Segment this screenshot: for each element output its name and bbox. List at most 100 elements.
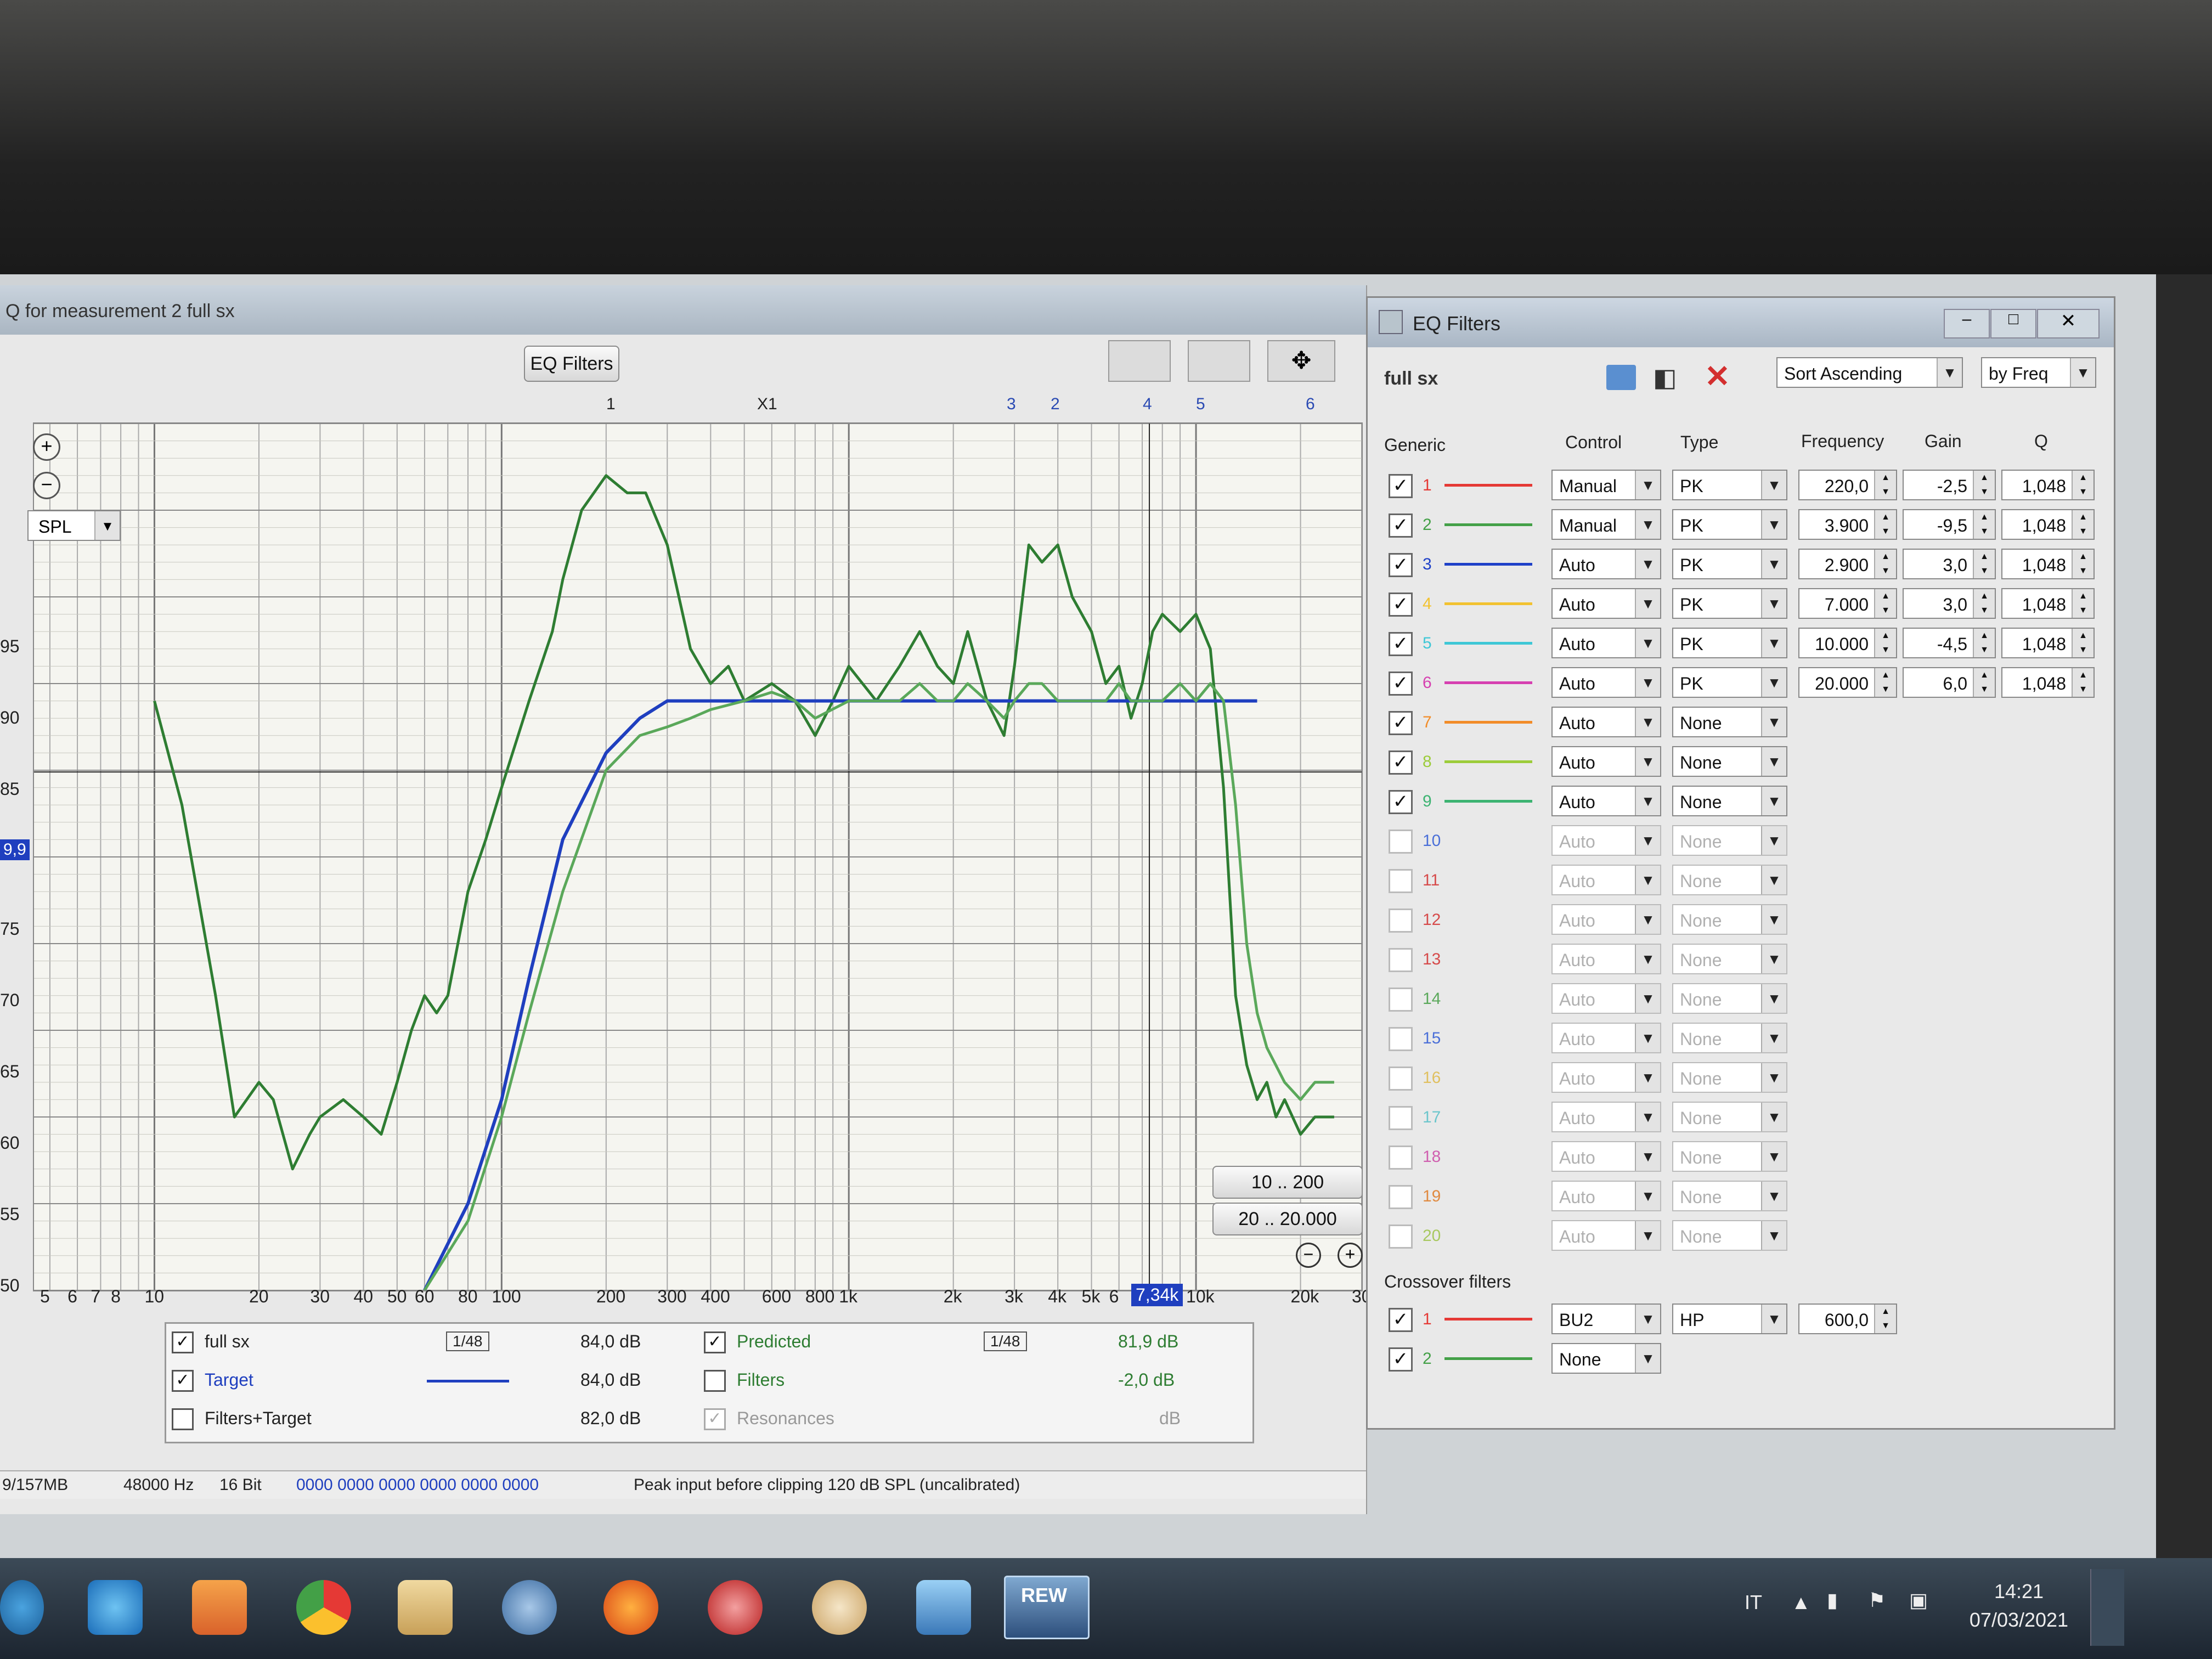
filter-enable-checkbox[interactable] [1389, 909, 1413, 933]
filter-gain-field[interactable]: 3,0 ▲ ▼ [1903, 588, 1996, 619]
filter-enable-checkbox[interactable] [1389, 1146, 1413, 1170]
spinner-icon[interactable]: ▲ ▼ [2072, 589, 2094, 618]
filter-control-select[interactable]: Auto ▼ [1551, 1181, 1661, 1211]
filter-control-select[interactable]: Manual ▼ [1551, 509, 1661, 540]
filter-type-select[interactable]: None ▼ [1672, 944, 1787, 974]
spinner-icon[interactable]: ▲ ▼ [1874, 550, 1896, 578]
filter-type-select[interactable]: None ▼ [1672, 1220, 1787, 1251]
filter-enable-checkbox[interactable] [1389, 1027, 1413, 1051]
filter-type-select[interactable]: None ▼ [1672, 825, 1787, 856]
spinner-icon[interactable]: ▲ ▼ [1874, 510, 1896, 539]
close-icon[interactable]: ✕ [2037, 309, 2100, 338]
maximize-icon[interactable]: □ [1990, 309, 2036, 338]
legend-checkbox-filters[interactable] [704, 1370, 726, 1392]
spinner-icon[interactable]: ▲ ▼ [1973, 471, 1995, 499]
language-indicator[interactable]: IT [1745, 1591, 1762, 1614]
filter-q-field[interactable]: 1,048 ▲ ▼ [2001, 470, 2095, 500]
filter-enable-checkbox[interactable] [1389, 830, 1413, 854]
spinner-icon[interactable]: ▲ ▼ [2072, 471, 2094, 499]
filter-frequency-field[interactable]: 2.900 ▲ ▼ [1798, 549, 1897, 579]
filter-enable-checkbox[interactable] [1389, 1066, 1413, 1091]
remote-desktop-icon[interactable] [916, 1580, 971, 1635]
rew-taskbar-button[interactable]: REW [1004, 1576, 1090, 1639]
filter-control-select[interactable]: Auto ▼ [1551, 825, 1661, 856]
crossover-mode-select[interactable]: HP ▼ [1672, 1304, 1787, 1334]
filter-q-field[interactable]: 1,048 ▲ ▼ [2001, 588, 2095, 619]
range-10-200-button[interactable]: 10 .. 200 [1212, 1166, 1363, 1199]
filter-enable-checkbox[interactable]: ✓ [1389, 790, 1413, 814]
zoom-out-icon[interactable]: − [33, 472, 60, 499]
filter-enable-checkbox[interactable]: ✓ [1389, 632, 1413, 656]
filter-gain-field[interactable]: 3,0 ▲ ▼ [1903, 549, 1996, 579]
filter-frequency-field[interactable]: 220,0 ▲ ▼ [1798, 470, 1897, 500]
crossover-type-select[interactable]: BU2 ▼ [1551, 1304, 1661, 1334]
spinner-icon[interactable]: ▲ ▼ [1874, 668, 1896, 697]
filter-type-select[interactable]: PK ▼ [1672, 509, 1787, 540]
spinner-icon[interactable]: ▲ ▼ [1973, 589, 1995, 618]
internet-explorer-icon[interactable] [88, 1580, 143, 1635]
filter-enable-checkbox[interactable] [1389, 1224, 1413, 1249]
filter-type-select[interactable]: PK ▼ [1672, 588, 1787, 619]
legend-checkbox-full-sx[interactable]: ✓ [172, 1331, 194, 1353]
paint-icon[interactable] [812, 1580, 867, 1635]
crossover-type-select[interactable]: None ▼ [1551, 1343, 1661, 1374]
power-icon[interactable]: ▣ [1909, 1589, 1928, 1612]
filter-gain-field[interactable]: -9,5 ▲ ▼ [1903, 509, 1996, 540]
filter-q-field[interactable]: 1,048 ▲ ▼ [2001, 549, 2095, 579]
spinner-icon[interactable]: ▲ ▼ [1874, 1305, 1896, 1333]
filter-enable-checkbox[interactable]: ✓ [1389, 514, 1413, 538]
filter-type-select[interactable]: PK ▼ [1672, 470, 1787, 500]
filter-control-select[interactable]: Auto ▼ [1551, 944, 1661, 974]
spinner-icon[interactable]: ▲ ▼ [2072, 629, 2094, 657]
filter-enable-checkbox[interactable] [1389, 948, 1413, 972]
fit-view-icon[interactable] [1108, 340, 1171, 382]
filter-enable-checkbox[interactable]: ✓ [1389, 553, 1413, 577]
filter-q-field[interactable]: 1,048 ▲ ▼ [2001, 509, 2095, 540]
legend-checkbox-resonances[interactable]: ✓ [704, 1408, 726, 1430]
eq-filters-button[interactable]: EQ Filters [524, 346, 619, 382]
filter-control-select[interactable]: Auto ▼ [1551, 904, 1661, 935]
action-center-flag-icon[interactable]: ⚑ [1868, 1589, 1886, 1612]
spinner-icon[interactable]: ▲ ▼ [2072, 510, 2094, 539]
filter-type-select[interactable]: None ▼ [1672, 786, 1787, 816]
filter-enable-checkbox[interactable]: ✓ [1389, 711, 1413, 735]
crossover-enable-checkbox[interactable]: ✓ [1389, 1347, 1413, 1372]
crossover-enable-checkbox[interactable]: ✓ [1389, 1308, 1413, 1332]
legend-checkbox-predicted[interactable]: ✓ [704, 1331, 726, 1353]
spinner-icon[interactable]: ▲ ▼ [1874, 629, 1896, 657]
chrome-icon[interactable] [296, 1580, 351, 1635]
media-player-icon[interactable] [192, 1580, 247, 1635]
filter-enable-checkbox[interactable] [1389, 1106, 1413, 1130]
filter-type-select[interactable]: None ▼ [1672, 1062, 1787, 1093]
spinner-icon[interactable]: ▲ ▼ [2072, 668, 2094, 697]
spinner-icon[interactable]: ▲ ▼ [1973, 668, 1995, 697]
spinner-icon[interactable]: ▲ ▼ [1874, 589, 1896, 618]
filter-gain-field[interactable]: 6,0 ▲ ▼ [1903, 667, 1996, 698]
start-button-icon[interactable] [0, 1580, 44, 1635]
filter-frequency-field[interactable]: 20.000 ▲ ▼ [1798, 667, 1897, 698]
show-desktop-button[interactable] [2090, 1569, 2124, 1646]
filter-enable-checkbox[interactable]: ✓ [1389, 474, 1413, 498]
filter-q-field[interactable]: 1,048 ▲ ▼ [2001, 628, 2095, 658]
spinner-icon[interactable]: ▲ ▼ [1973, 629, 1995, 657]
spl-select[interactable]: SPL ▼ [27, 510, 121, 541]
zoom-in-horizontal-icon[interactable]: + [1338, 1243, 1363, 1268]
clock-time[interactable]: 14:21 [1964, 1580, 2074, 1603]
filter-enable-checkbox[interactable]: ✓ [1389, 592, 1413, 617]
spinner-icon[interactable]: ▲ ▼ [2072, 550, 2094, 578]
filter-type-select[interactable]: None ▼ [1672, 983, 1787, 1014]
zoom-out-horizontal-icon[interactable]: − [1296, 1243, 1321, 1268]
filter-type-select[interactable]: None ▼ [1672, 746, 1787, 777]
save-icon[interactable]: ◧ [1653, 363, 1677, 392]
filter-type-select[interactable]: None ▼ [1672, 865, 1787, 895]
filter-control-select[interactable]: Manual ▼ [1551, 470, 1661, 500]
filter-control-select[interactable]: Auto ▼ [1551, 1102, 1661, 1132]
legend-checkbox-target[interactable]: ✓ [172, 1370, 194, 1392]
filter-frequency-field[interactable]: 10.000 ▲ ▼ [1798, 628, 1897, 658]
filter-enable-checkbox[interactable]: ✓ [1389, 751, 1413, 775]
crossover-frequency-field[interactable]: 600,0 ▲ ▼ [1798, 1304, 1897, 1334]
filter-frequency-field[interactable]: 7.000 ▲ ▼ [1798, 588, 1897, 619]
filter-control-select[interactable]: Auto ▼ [1551, 1220, 1661, 1251]
folder-icon[interactable] [1606, 365, 1636, 390]
filter-control-select[interactable]: Auto ▼ [1551, 865, 1661, 895]
